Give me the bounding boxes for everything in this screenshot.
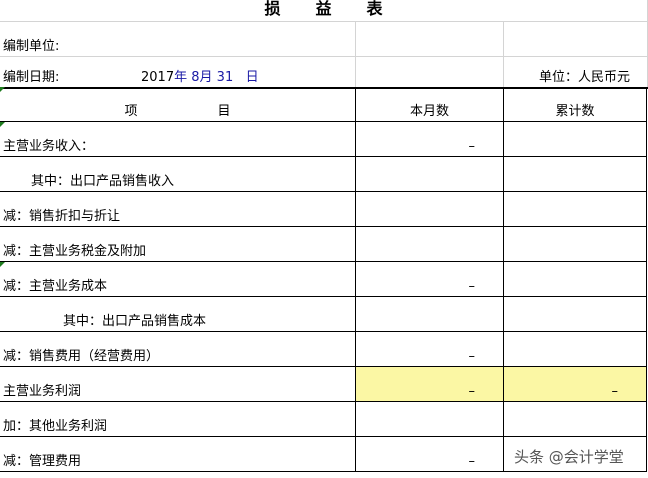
date-year: 2017	[141, 70, 175, 85]
row-cumulative-value[interactable]	[504, 227, 647, 262]
row-month-value[interactable]: –	[356, 262, 504, 297]
row-cumulative-value[interactable]	[504, 192, 647, 227]
row-label[interactable]: 加：其他业务利润	[0, 402, 356, 437]
title-char: 益	[315, 0, 333, 18]
row-label[interactable]: 其中：出口产品销售收入	[0, 157, 356, 192]
row-cumulative-value[interactable]	[504, 157, 647, 192]
table-row: 减：主营业务成本 –	[0, 262, 647, 297]
row-cumulative-value[interactable]	[504, 122, 647, 157]
comment-marker	[0, 122, 5, 127]
row-month-value[interactable]: –	[356, 367, 504, 402]
row-month-value[interactable]	[356, 227, 504, 262]
row-month-value[interactable]	[356, 297, 504, 332]
compiler-unit-label[interactable]: 编制单位:	[0, 22, 62, 56]
table-row: 减：主营业务税金及附加	[0, 227, 647, 262]
row-label[interactable]: 减：销售折扣与折让	[0, 192, 356, 227]
header-cumulative[interactable]: 累计数	[504, 87, 647, 122]
row-month-value[interactable]	[356, 192, 504, 227]
row-cumulative-value[interactable]	[504, 332, 647, 367]
date-year-unit: 年	[174, 70, 188, 85]
row-cumulative-value[interactable]	[504, 402, 647, 437]
comment-marker	[0, 262, 5, 267]
table-header-row: 项 目 本月数 累计数	[0, 87, 647, 122]
table-row: 主营业务收入： –	[0, 122, 647, 157]
watermark: 头条 @会计学堂	[514, 448, 624, 466]
row-cumulative-value[interactable]	[504, 262, 647, 297]
row-cumulative-value[interactable]	[504, 297, 647, 332]
table-row: 加：其他业务利润	[0, 402, 647, 437]
table-row: 其中：出口产品销售成本	[0, 297, 647, 332]
row-month-value[interactable]: –	[356, 437, 504, 472]
header-month[interactable]: 本月数	[356, 87, 504, 122]
row-month-value[interactable]	[356, 157, 504, 192]
currency-unit[interactable]: 单位：人民币元	[503, 56, 633, 87]
row-month-value[interactable]: –	[356, 122, 504, 157]
table-row: 主营业务利润 – –	[0, 367, 647, 402]
header-item-text: 项	[124, 104, 138, 119]
table-row: 减：销售费用（经营费用） –	[0, 332, 647, 367]
row-label[interactable]: 减：主营业务税金及附加	[0, 227, 356, 262]
compile-date-label[interactable]: 编制日期:	[0, 56, 62, 87]
row-label[interactable]: 减：销售费用（经营费用）	[0, 332, 356, 367]
row-label[interactable]: 减：管理费用	[0, 437, 356, 472]
row-cumulative-value[interactable]: –	[504, 367, 647, 402]
date-month: 8月	[191, 70, 213, 85]
row-month-value[interactable]	[356, 402, 504, 437]
date-day: 31	[216, 70, 234, 85]
comment-marker	[0, 87, 5, 92]
compile-date-value[interactable]: 2017 年 8月 31 日	[138, 56, 262, 87]
header-item-text: 目	[217, 104, 231, 119]
row-month-value[interactable]: –	[356, 332, 504, 367]
title-char: 表	[366, 0, 384, 18]
row-label[interactable]: 其中：出口产品销售成本	[0, 297, 356, 332]
title-char: 损	[264, 0, 282, 18]
row-label[interactable]: 主营业务利润	[0, 367, 356, 402]
date-day-unit: 日	[245, 70, 259, 85]
row-label[interactable]: 主营业务收入：	[0, 122, 356, 157]
header-item[interactable]: 项 目	[0, 87, 356, 122]
sheet-title: 损 益 表	[0, 0, 648, 22]
row-label[interactable]: 减：主营业务成本	[0, 262, 356, 297]
table-row: 其中：出口产品销售收入	[0, 157, 647, 192]
table-row: 减：销售折扣与折让	[0, 192, 647, 227]
gridline	[355, 22, 356, 87]
